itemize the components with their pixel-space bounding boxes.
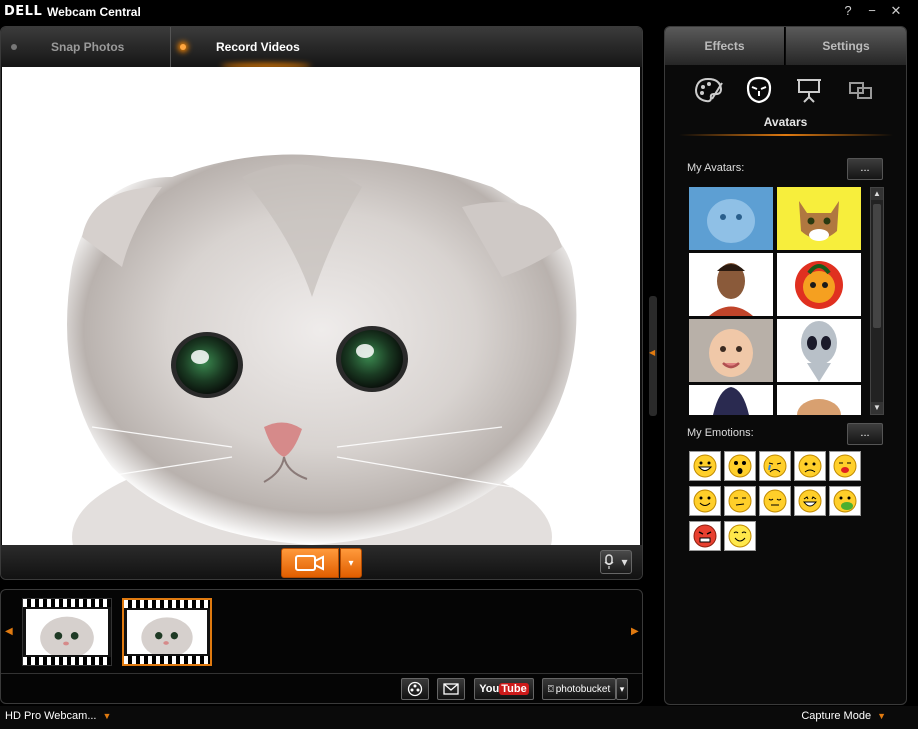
status-bar: HD Pro Webcam... ▼ Capture Mode ▼: [0, 706, 918, 729]
emotion-kiss[interactable]: [829, 451, 861, 481]
panel-splitter[interactable]: ◀: [649, 296, 657, 416]
tab-settings[interactable]: Settings: [786, 27, 906, 65]
snap-indicator-icon: [11, 44, 17, 50]
capture-mode-label: Capture Mode: [801, 710, 872, 722]
film-strip-bottom: [23, 657, 111, 665]
device-name: HD Pro Webcam...: [5, 710, 97, 722]
effects-panel: Effects Settings Avatars My Avatars: ...: [664, 26, 907, 705]
tab-snap-photos[interactable]: Snap Photos: [1, 27, 171, 67]
video-camera-icon: [295, 555, 324, 571]
emotion-smile[interactable]: [689, 486, 721, 516]
subtitle-underline: [679, 134, 893, 136]
my-emotions-label: My Emotions:: [687, 427, 754, 439]
avatar-puppy[interactable]: [777, 385, 861, 415]
tab-snap-photos-label: Snap Photos: [51, 40, 125, 54]
avatar-mask-icon[interactable]: [743, 75, 775, 105]
emotions-more-button[interactable]: ...: [847, 423, 883, 445]
camera-icon: ⌼: [547, 683, 554, 695]
envelope-icon: [443, 683, 459, 695]
photobucket-label: photobucket: [555, 683, 611, 695]
avatar-tabby-cat[interactable]: [777, 187, 861, 250]
mode-caret-icon: ▼: [877, 711, 886, 721]
youtube-logo-you: You: [479, 683, 500, 695]
avatars-more-button[interactable]: ...: [847, 158, 883, 180]
share-toolbar: You Tube ⌼ photobucket ▾: [1, 673, 642, 703]
microphone-button[interactable]: ▾: [600, 550, 632, 574]
film-strip-bottom: [124, 656, 210, 664]
avatar-baby[interactable]: [689, 319, 773, 382]
youtube-button[interactable]: You Tube: [474, 678, 534, 700]
avatar-fire-face[interactable]: [777, 253, 861, 316]
email-button[interactable]: [437, 678, 465, 700]
mode-selector[interactable]: Capture Mode ▼: [801, 710, 886, 722]
capture-gallery: ◀ ▶ You Tube ⌼ photobucket ▾: [0, 589, 643, 704]
microphone-dropdown-caret: ▾: [621, 555, 628, 569]
picture-in-picture-icon[interactable]: [845, 75, 877, 105]
mode-tabs: Snap Photos Record Videos: [1, 27, 642, 69]
avatar-cartoon-boy[interactable]: [689, 253, 773, 316]
app-title: Webcam Central: [47, 5, 141, 19]
avatar-blue-cat[interactable]: [689, 187, 773, 250]
avatar-alien[interactable]: [777, 319, 861, 382]
emotion-angry[interactable]: [689, 521, 721, 551]
emotion-worried[interactable]: [794, 451, 826, 481]
close-button[interactable]: ✕: [888, 3, 904, 19]
film-reel-button[interactable]: [401, 678, 429, 700]
youtube-logo-tube: Tube: [499, 683, 529, 695]
video-thumbnail-selected[interactable]: [122, 598, 212, 666]
video-thumbnail[interactable]: [22, 598, 112, 666]
device-caret-icon: ▼: [102, 711, 112, 721]
my-avatars-label: My Avatars:: [687, 162, 745, 174]
tab-record-videos-label: Record Videos: [216, 40, 300, 54]
tab-effects[interactable]: Effects: [665, 27, 785, 65]
webcam-preview: [2, 67, 640, 545]
effects-palette-icon[interactable]: [693, 75, 725, 105]
avatar-scrollbar[interactable]: ▲ ▼: [870, 187, 884, 415]
film-reel-icon: [407, 681, 423, 697]
minimize-button[interactable]: −: [864, 3, 880, 18]
emotion-laughing[interactable]: [794, 486, 826, 516]
capture-panel: Snap Photos Record Videos ▾ ▾: [0, 26, 643, 580]
emotion-crying[interactable]: [759, 451, 791, 481]
thumbnail-image: [127, 610, 207, 654]
avatar-list: [689, 187, 861, 415]
film-strip-top: [23, 599, 111, 607]
tab-record-videos[interactable]: Record Videos: [172, 27, 472, 67]
record-options-dropdown[interactable]: ▾: [340, 548, 362, 578]
gallery-left-arrow[interactable]: ◀: [5, 626, 13, 637]
effect-categories: [665, 65, 906, 115]
emotion-happy[interactable]: [724, 521, 756, 551]
title-bar: DELL Webcam Central ? − ✕: [0, 0, 918, 24]
microphone-icon: [605, 554, 614, 569]
photobucket-dropdown[interactable]: ▾: [616, 678, 628, 700]
kitten-avatar-preview: [2, 67, 640, 545]
emotion-surprised[interactable]: [724, 451, 756, 481]
presentation-icon[interactable]: [793, 75, 825, 105]
record-button[interactable]: [281, 548, 339, 578]
scroll-up-arrow[interactable]: ▲: [871, 188, 883, 200]
recording-controls: ▾ ▾: [1, 545, 642, 579]
avatar-hooded-figure[interactable]: [689, 385, 773, 415]
gallery-right-arrow[interactable]: ▶: [631, 626, 639, 637]
film-strip-top: [124, 600, 210, 608]
emotion-smirk[interactable]: [724, 486, 756, 516]
scroll-thumb[interactable]: [873, 204, 881, 328]
emotion-sleepy[interactable]: [759, 486, 791, 516]
device-selector[interactable]: HD Pro Webcam... ▼: [5, 710, 111, 722]
help-button[interactable]: ?: [840, 3, 856, 18]
scroll-down-arrow[interactable]: ▼: [871, 402, 883, 414]
dell-logo: DELL: [4, 4, 43, 19]
thumbnail-image: [26, 609, 108, 655]
emotion-sick[interactable]: [829, 486, 861, 516]
emotion-big-grin[interactable]: [689, 451, 721, 481]
collapse-arrow-icon: ◀: [649, 348, 656, 357]
photobucket-button[interactable]: ⌼ photobucket: [542, 678, 616, 700]
record-indicator-icon: [180, 44, 186, 50]
